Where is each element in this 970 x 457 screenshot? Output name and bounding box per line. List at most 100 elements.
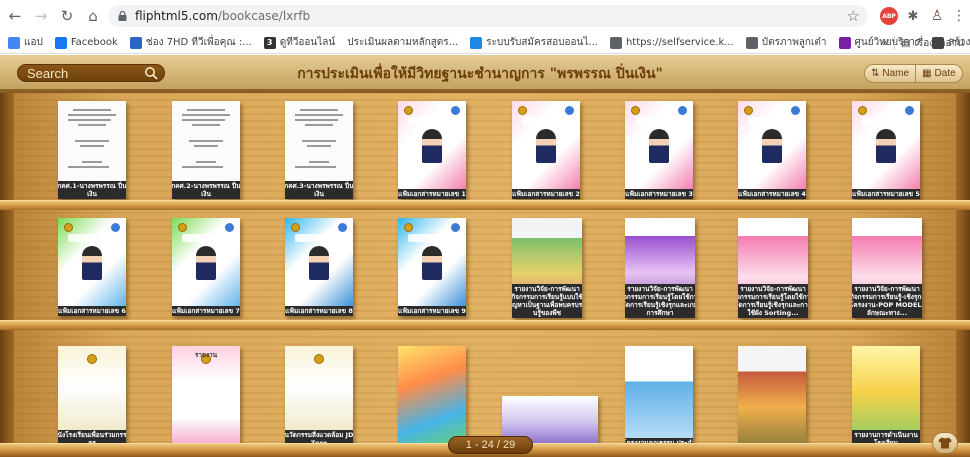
book-cover	[512, 101, 580, 199]
emblem-icon	[225, 223, 234, 232]
browser-toolbar: ← → ↻ ⌂ fliphtml5.com/bookcase/lxrfb ☆ A…	[0, 0, 970, 32]
tv-icon: 3	[263, 36, 276, 49]
apps-grid-icon	[8, 36, 20, 49]
book-item[interactable]: กคศ.1-นางพรพรรณ ปิ่นเงิน	[58, 101, 126, 199]
forward-icon[interactable]: →	[30, 5, 52, 27]
book-title: รายงานวิจัย-การพัฒนากิจกรรมการเรียนรู้-เ…	[852, 284, 922, 318]
book-item[interactable]: กคศ.2-นางพรพรรณ ปิ่นเงิน	[172, 101, 240, 199]
teacher-portrait	[876, 129, 896, 163]
book-item[interactable]: แฟ้มเอกสารหมายเลข 2	[512, 101, 580, 199]
school-crest-icon	[518, 106, 527, 115]
school-crest-icon	[744, 106, 753, 115]
book-item[interactable]: รายงานวิจัย-การพัฒนากิจกรรมการเรียนรู้แบ…	[512, 218, 582, 318]
book-item[interactable]: หนังโรงเรียนเพื่อนร่วมกรรม ครู	[58, 346, 126, 448]
bookmark-item[interactable]: 3 ดูทีวีออนไลน์	[263, 35, 336, 50]
shelf-side	[956, 210, 970, 326]
bookmarks-bar: แอป Facebook ช่อง 7HD ทีวีเพื่อคุณ :... 3 ดู…	[0, 32, 970, 54]
teacher-portrait	[422, 246, 442, 280]
cover-banner	[68, 234, 116, 242]
book-item[interactable]: รายงาน	[172, 346, 240, 448]
bookmark-item[interactable]: บัตรภาพลูกเต๋า	[745, 35, 827, 50]
page-indicator[interactable]: 1 - 24 / 29	[448, 436, 533, 454]
shelf-side	[0, 210, 14, 326]
shelf-row: แฟ้มเอกสารหมายเลข 6 แฟ้มเอกสารหมายเลข 7 แฟ…	[0, 210, 970, 326]
bookmark-item[interactable]: ประเมินผลตามหลักสูตร...	[347, 35, 458, 50]
book-item[interactable]: โครงงานคุณธรรม ประจำ	[625, 346, 693, 448]
emblem-icon	[565, 106, 574, 115]
star-icon[interactable]: ☆	[847, 7, 860, 25]
bookmark-item[interactable]: https://selfservice.k...	[609, 36, 734, 49]
bookmark-label: ระบบรับสมัครสอบออนไ...	[486, 37, 598, 48]
book-cover	[398, 346, 466, 448]
bookshelves: กคศ.1-นางพรพรรณ ปิ่นเงิน กคศ.2-นางพรพรรณ …	[0, 93, 970, 457]
calendar-icon: ▦	[922, 68, 932, 79]
bookmark-label: บัตรภาพลูกเต๋า	[761, 37, 827, 48]
bookmark-label: https://selfservice.k...	[625, 37, 734, 48]
bookmark-item[interactable]: ระบบรับสมัครสอบออนไ...	[470, 35, 598, 50]
book-item[interactable]: แฟ้มเอกสารหมายเลข 1	[398, 101, 466, 199]
emblem-icon	[451, 106, 460, 115]
bookmark-item[interactable]: แอป	[8, 35, 43, 50]
menu-icon[interactable]: ⋮	[950, 7, 968, 25]
overflow-chevron[interactable]: »	[882, 38, 888, 49]
sort-name-label: Name	[882, 68, 910, 79]
bookmark-label: ดูทีวีออนไลน์	[279, 37, 336, 48]
bookmarks-overflow: » ▤ เรื่องรออ่าน	[882, 32, 964, 53]
school-crest-icon	[404, 223, 413, 232]
book-item[interactable]: แฟ้มเอกสารหมายเลข 6	[58, 218, 126, 316]
cover-banner	[748, 117, 796, 125]
book-item[interactable]: แฟ้มเอกสารหมายเลข 7	[172, 218, 240, 316]
book-cover	[172, 346, 240, 448]
book-title: แฟ้มเอกสารหมายเลข 7	[172, 306, 240, 316]
book-item[interactable]: รายงานวิจัย-การพัฒนากิจกรรมการเรียนรู้โด…	[738, 218, 808, 318]
search-icon[interactable]	[144, 66, 158, 80]
sort-date-button[interactable]: ▦ Date	[915, 65, 962, 82]
adblock-icon[interactable]: ABP	[880, 7, 898, 25]
book-item[interactable]: แฟ้มเอกสารหมายเลข 9	[398, 218, 466, 316]
puzzle-icon[interactable]: ✱	[904, 7, 922, 25]
book-item[interactable]: แฟ้มเอกสารหมายเลข 5	[852, 101, 920, 199]
book-item[interactable]	[738, 346, 806, 448]
theme-button[interactable]	[932, 432, 958, 454]
sort-name-button[interactable]: ⇅ Name	[865, 65, 915, 82]
bookmark-item[interactable]: ช่อง 7HD ทีวีเพื่อคุณ :...	[129, 35, 252, 50]
book-item[interactable]: รายงานวิจัย-การพัฒนากิจกรรมการเรียนรู้-เ…	[852, 218, 922, 318]
book-title: กคศ.3-นางพรพรรณ ปิ่นเงิน	[285, 181, 353, 199]
bookmark-label: แอป	[24, 37, 43, 48]
book-item[interactable]: รายงานวิจัย-การพัฒนากิจกรรมการเรียนรู้โด…	[625, 218, 695, 318]
book-item[interactable]: กคศ.3-นางพรพรรณ ปิ่นเงิน	[285, 101, 353, 199]
book-title: รายงาน	[194, 351, 218, 359]
book-item[interactable]: นวัตกรรมสิ่งแวดล้อม JD Zero	[285, 346, 353, 448]
book-title: รายงานวิจัย-การพัฒนากิจกรรมการเรียนรู้แบ…	[512, 284, 582, 318]
cover-banner	[182, 234, 230, 242]
book-item[interactable]: รายงานการดำเนินงานโรงเรียน	[852, 346, 920, 448]
book-item[interactable]: แฟ้มเอกสารหมายเลข 8	[285, 218, 353, 316]
search-input[interactable]: Search	[17, 64, 165, 82]
sort-controls: ⇅ Name ▦ Date	[864, 64, 963, 83]
cover-banner	[408, 234, 456, 242]
bookmark-item[interactable]: Facebook	[54, 36, 118, 49]
reload-icon[interactable]: ↻	[56, 5, 78, 27]
book-title: รายงานวิจัย-การพัฒนากิจกรรมการเรียนรู้โด…	[625, 284, 695, 318]
school-crest-icon	[314, 354, 324, 364]
book-cover	[398, 218, 466, 316]
home-icon[interactable]: ⌂	[82, 5, 104, 27]
book-title: รายงานวิจัย-การพัฒนากิจกรรมการเรียนรู้โด…	[738, 284, 808, 318]
book-item[interactable]	[398, 346, 466, 448]
teacher-portrait	[422, 129, 442, 163]
school-crest-icon	[631, 106, 640, 115]
cover-banner	[295, 234, 343, 242]
shelf-side	[956, 93, 970, 206]
profile-icon[interactable]: ♙	[928, 7, 946, 25]
book-cover	[625, 101, 693, 199]
book-cover	[852, 101, 920, 199]
book-item[interactable]: แฟ้มเอกสารหมายเลข 3	[625, 101, 693, 199]
back-icon[interactable]: ←	[4, 5, 26, 27]
book-cover	[738, 346, 806, 448]
book-cover	[172, 218, 240, 316]
reading-list-label[interactable]: เรื่องรออ่าน	[914, 36, 964, 51]
book-item[interactable]: แฟ้มเอกสารหมายเลข 4	[738, 101, 806, 199]
address-bar[interactable]: fliphtml5.com/bookcase/lxrfb ☆	[108, 5, 868, 27]
book-title: แฟ้มเอกสารหมายเลข 6	[58, 306, 126, 316]
facebook-icon	[54, 36, 67, 49]
